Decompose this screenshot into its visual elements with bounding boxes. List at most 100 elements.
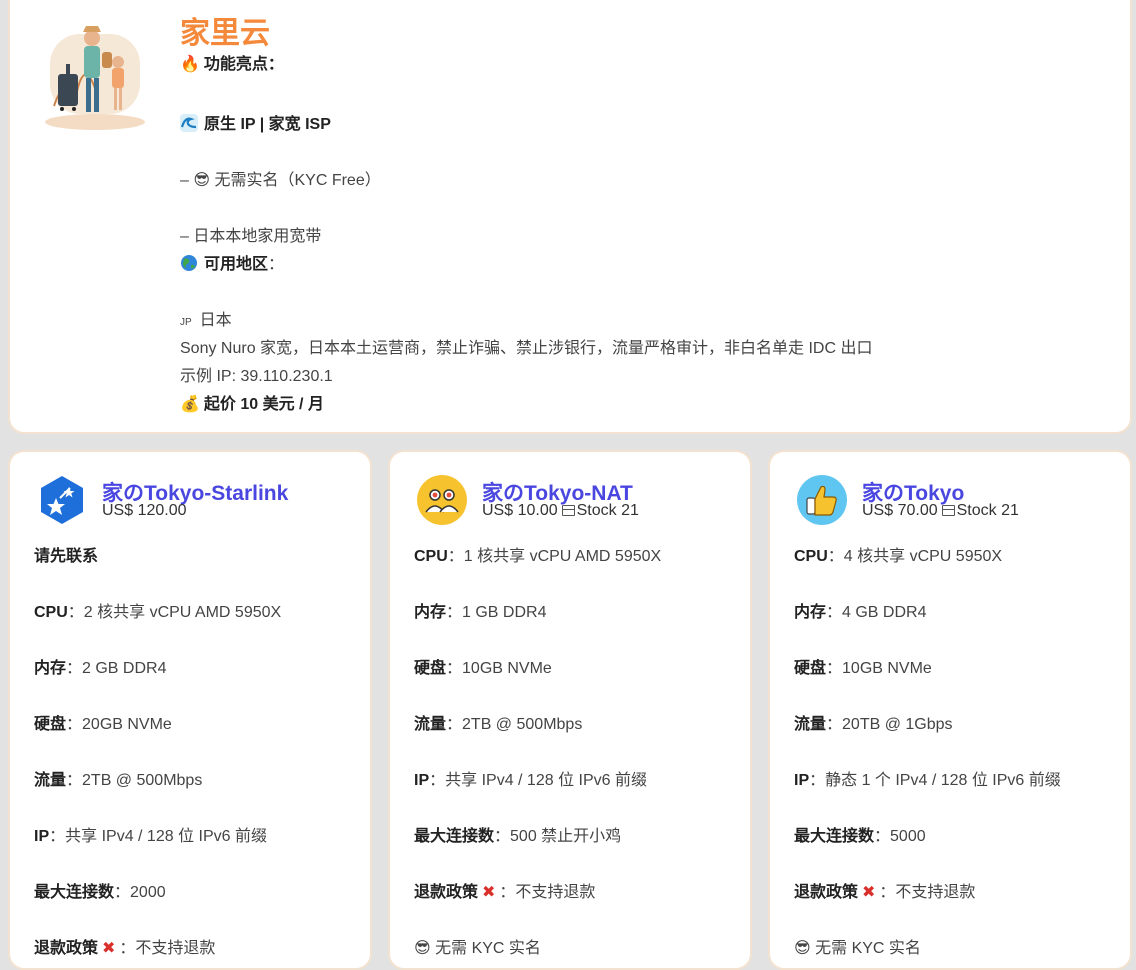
spec-label: 流量 [34,772,67,789]
features-heading: 🔥 功能亮点： [180,50,284,74]
spec-label: CPU [34,604,68,621]
cross-mark-icon: ✖ [482,884,496,901]
spec-disk: 硬盘：10GB NVMe [794,654,932,678]
spec-max-connections: 最大连接数：5000 [794,822,926,846]
spec-label: 流量 [794,716,827,733]
home-broadband-line: – 日本本地家用宽带 [180,228,322,245]
native-ip-heading: 原生 IP | 家宽 ISP [180,110,331,134]
spec-label: 内存 [34,660,67,677]
spec-value: ：共享 IPv4 / 128 位 IPv6 前缀 [49,828,267,845]
star-badge-icon [41,476,83,524]
spec-label: 退款政策 [794,884,859,901]
spec-refund-policy: 退款政策 ✖ ：不支持退款 [34,934,215,958]
inbox-icon [941,505,955,516]
spec-value: ：20TB @ 1Gbps [826,716,953,733]
contact-first-note: 请先联系 [34,542,98,566]
spec-disk: 硬盘：10GB NVMe [414,654,552,678]
spec-value: ：1 GB DDR4 [446,604,547,621]
spec-traffic: 流量：2TB @ 500Mbps [34,766,202,790]
plan-price: US$ 10.00 [482,502,558,519]
inbox-icon [561,505,575,516]
thumbs-up-icon [797,475,847,525]
spec-value: ：4 核共享 vCPU 5950X [827,548,1003,565]
native-ip-label: 原生 IP | 家宽 ISP [204,116,331,133]
plan-card-tokyo[interactable]: 家のTokyo US$ 70.00 Stock 21 CPU：4 核共享 vCPU… [768,450,1132,970]
region-label: 可用地区 [204,256,269,273]
spec-refund-policy: 退款政策 ✖ ：不支持退款 [414,878,595,902]
wave-icon [180,114,198,132]
spec-no-kyc: 😎 无需 KYC 实名 [414,934,541,958]
spec-value: ：20GB NVMe [66,716,172,733]
spec-value: ：2TB @ 500Mbps [66,772,203,789]
region-sep: ： [268,256,285,273]
spec-label: 硬盘 [34,716,67,733]
spec-label: 流量 [414,716,447,733]
example-ip: 示例 IP: 39.110.230.1 [180,368,333,385]
spec-value: ：500 禁止开小鸡 [494,828,622,845]
spec-cpu: CPU：1 核共享 vCPU AMD 5950X [414,542,661,566]
spec-value: ：10GB NVMe [826,660,932,677]
spec-disk: 硬盘：20GB NVMe [34,710,172,734]
spec-label: 最大连接数 [414,828,495,845]
sony-nuro-description: Sony Nuro 家宽，日本本土运营商，禁止诈骗、禁止涉银行，流量严格审计，非… [180,340,873,357]
spec-value: ：2TB @ 500Mbps [446,716,583,733]
plan-card-tokyo-nat[interactable]: 家のTokyo-NAT US$ 10.00 Stock 21 CPU：1 核共享 … [388,450,752,970]
spec-ip: IP：共享 IPv4 / 128 位 IPv6 前缀 [34,822,267,846]
spec-label: 硬盘 [794,660,827,677]
spec-label: 内存 [414,604,447,621]
japan-region: JP 日本 [180,306,232,330]
spec-label: 退款政策 [414,884,479,901]
plan-stock: Stock 21 [956,502,1019,519]
plan-stock: Stock 21 [576,502,639,519]
plan-price-row: US$ 10.00 Stock 21 [482,502,639,520]
plan-price: US$ 70.00 [862,502,938,519]
spec-label: IP [34,828,50,845]
starting-price-label: 起价 10 美元 / 月 [203,396,324,413]
plan-card-tokyo-starlink[interactable]: 家のTokyo-Starlink US$ 120.00 请先联系 CPU：2 核… [8,450,372,970]
plan-price: US$ 120.00 [102,502,187,519]
kyc-free-line: – 😎 无需实名（KYC Free） [180,172,381,189]
spec-value: ：2000 [114,884,166,901]
spec-label: 最大连接数 [34,884,115,901]
brand-title: 家里云 [180,17,270,50]
travel-family-illustration [45,26,145,130]
spec-memory: 内存：2 GB DDR4 [34,654,167,678]
spec-traffic: 流量：2TB @ 500Mbps [414,710,582,734]
plan-price-row: US$ 120.00 [102,502,187,520]
users-icon [417,475,467,525]
plan-price-row: US$ 70.00 Stock 21 [862,502,1019,520]
spec-max-connections: 最大连接数：500 禁止开小鸡 [414,822,621,846]
money-bag-icon: 💰 [180,396,200,413]
spec-label: 最大连接数 [794,828,875,845]
spec-no-kyc: 😎 无需 KYC 实名 [794,934,921,958]
spec-value: ：2 GB DDR4 [66,660,167,677]
spec-value: ：静态 1 个 IPv4 / 128 位 IPv6 前缀 [809,772,1061,789]
spec-label: 请先联系 [34,548,99,565]
jp-flag: JP [180,317,192,328]
spec-value: ：5000 [874,828,926,845]
spec-refund-policy: 退款政策 ✖ ：不支持退款 [794,878,975,902]
spec-value: ：不支持退款 [499,884,596,901]
spec-value: ：2 核共享 vCPU AMD 5950X [67,604,282,621]
spec-memory: 内存：4 GB DDR4 [794,598,927,622]
features-label: 功能亮点： [203,56,284,73]
spec-value: ：1 核共享 vCPU AMD 5950X [447,548,662,565]
spec-label: 硬盘 [414,660,447,677]
cross-mark-icon: ✖ [862,884,876,901]
starting-price: 💰 起价 10 美元 / 月 [180,390,324,414]
japan-label: 日本 [199,312,232,329]
intro-card: 家里云 🔥 功能亮点： 原生 IP | 家宽 ISP – 😎 无需实名（KYC F… [8,0,1132,434]
spec-cpu: CPU：2 核共享 vCPU AMD 5950X [34,598,281,622]
spec-cpu: CPU：4 核共享 vCPU 5950X [794,542,1002,566]
spec-max-connections: 最大连接数：2000 [34,878,166,902]
spec-traffic: 流量：20TB @ 1Gbps [794,710,953,734]
region-heading: 可用地区： [180,250,284,274]
fire-icon: 🔥 [180,56,200,73]
spec-label: CPU [794,548,828,565]
spec-value: ：4 GB DDR4 [826,604,927,621]
spec-value: ：10GB NVMe [446,660,552,677]
spec-ip: IP：静态 1 个 IPv4 / 128 位 IPv6 前缀 [794,766,1061,790]
spec-label: IP [414,772,430,789]
spec-label: CPU [414,548,448,565]
spec-value: ：不支持退款 [879,884,976,901]
